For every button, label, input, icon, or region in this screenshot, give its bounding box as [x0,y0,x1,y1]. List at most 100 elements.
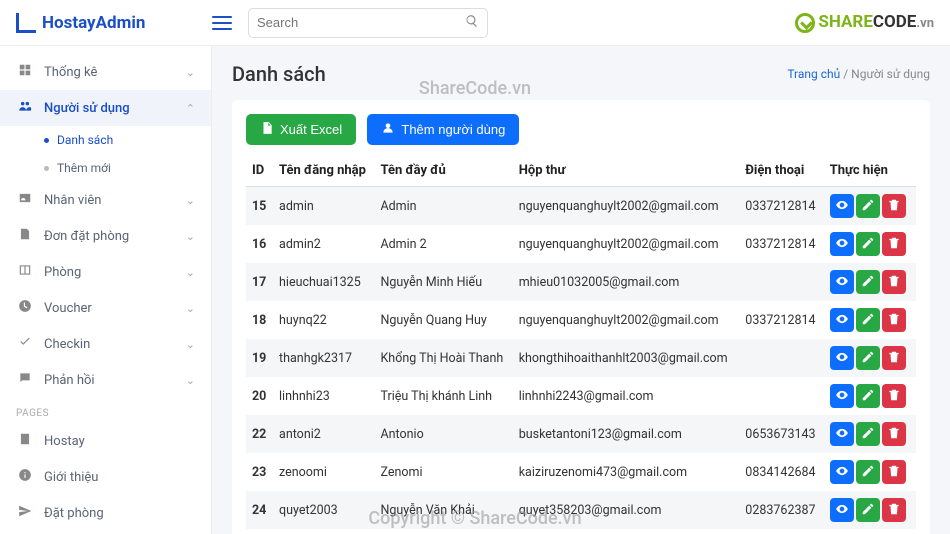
table-row: 18huynq22Nguyễn Quang Huynguyenquanghuyl… [246,301,916,339]
cell-email: nguyenquanghuylt2002@gmail.com [513,225,740,263]
view-button[interactable] [830,346,854,370]
sidebar-item-nhân-viên[interactable]: Nhân viên⌄ [0,182,211,218]
breadcrumb: Trang chủ / Người sử dụng [787,67,930,81]
edit-button[interactable] [856,194,880,218]
eye-icon [835,198,849,215]
delete-button[interactable] [882,346,906,370]
trash-icon [887,274,901,291]
cell-id: 19 [246,339,273,377]
pencil-icon [861,388,875,405]
cell-id: 22 [246,415,273,453]
sharecode-icon [795,13,815,33]
cell-username: hieuchuai1325 [273,263,374,301]
table-row: 24quyet2003Nguyễn Văn Khảiquyet358203@gm… [246,491,916,529]
chat-icon [16,371,34,389]
cell-fullname: Antonio [374,415,512,453]
sidebar-subitem-thêm-mới[interactable]: Thêm mới [0,154,211,182]
sidebar-item-label: Voucher [44,301,92,316]
doc-icon [16,227,34,245]
col-header: Tên đăng nhập [273,155,374,187]
view-button[interactable] [830,270,854,294]
delete-button[interactable] [882,194,906,218]
view-button[interactable] [830,232,854,256]
edit-button[interactable] [856,346,880,370]
check-icon [16,335,34,353]
delete-button[interactable] [882,232,906,256]
cell-id: 18 [246,301,273,339]
menu-toggle[interactable] [212,12,232,34]
sidebar-item-đơn-đặt-phòng[interactable]: Đơn đặt phòng⌄ [0,218,211,254]
sidebar-subitem-danh-sách[interactable]: Danh sách [0,126,211,154]
cell-fullname: Nguyễn Văn Khải [374,491,512,529]
cell-fullname: Nguyễn Minh Hiếu [374,263,512,301]
search-box[interactable] [248,8,488,38]
sidebar-item-thống-kê[interactable]: Thống kê⌄ [0,54,211,90]
sidebar-item-phản-hồi[interactable]: Phản hồi⌄ [0,362,211,398]
view-button[interactable] [830,308,854,332]
delete-button[interactable] [882,308,906,332]
search-icon[interactable] [465,14,479,32]
edit-button[interactable] [856,308,880,332]
edit-button[interactable] [856,270,880,294]
sidebar-item-label: Đặt phòng [44,506,104,521]
cell-actions [824,377,916,415]
table-row: 20linhnhi23Triệu Thị khánh Linhlinhnhi22… [246,377,916,415]
trash-icon [887,426,901,443]
export-excel-button[interactable]: Xuất Excel [246,114,356,145]
edit-button[interactable] [856,232,880,256]
cell-fullname: Nguyễn Quang Huy [374,301,512,339]
sidebar-page-giới-thiệu[interactable]: Giới thiệu [0,459,211,495]
edit-button[interactable] [856,384,880,408]
view-button[interactable] [830,498,854,522]
view-button[interactable] [830,422,854,446]
sidebar-item-phòng[interactable]: Phòng⌄ [0,254,211,290]
delete-button[interactable] [882,498,906,522]
cell-username: admin2 [273,225,374,263]
col-header: ID [246,155,273,187]
page-icon [16,432,34,450]
table-row: 15adminAdminnguyenquanghuylt2002@gmail.c… [246,187,916,226]
chevron-up-icon: ⌃ [186,102,195,115]
edit-button[interactable] [856,498,880,522]
sidebar-item-voucher[interactable]: Voucher⌄ [0,290,211,326]
cell-id: 24 [246,491,273,529]
delete-button[interactable] [882,460,906,484]
delete-button[interactable] [882,384,906,408]
table-row: 19thanhgk2317Khổng Thị Hoài Thanhkhongth… [246,339,916,377]
tag-icon [16,299,34,317]
eye-icon [835,274,849,291]
table-row: 25duongn1704Nguyễn Thùy Dươngduongkha300… [246,529,916,534]
cell-fullname: Triệu Thị khánh Linh [374,377,512,415]
pencil-icon [861,236,875,253]
chevron-down-icon: ⌄ [186,374,195,387]
chevron-down-icon: ⌄ [186,230,195,243]
edit-button[interactable] [856,460,880,484]
delete-button[interactable] [882,270,906,294]
cell-email: nguyenquanghuylt2002@gmail.com [513,187,740,226]
cell-phone: 0337212814 [739,225,823,263]
table-row: 16admin2Admin 2nguyenquanghuylt2002@gmai… [246,225,916,263]
table-row: 23zenoomiZenomikaiziruzenomi473@gmail.co… [246,453,916,491]
users-icon [381,121,395,138]
brand-logo[interactable]: HostayAdmin [16,13,212,33]
sidebar-item-label: Phòng [44,265,81,280]
delete-button[interactable] [882,422,906,446]
sidebar-item-người-sử-dụng[interactable]: Người sử dụng⌃ [0,90,211,126]
view-button[interactable] [830,384,854,408]
cell-username: thanhgk2317 [273,339,374,377]
view-button[interactable] [830,460,854,484]
page-title: Danh sách [232,62,326,86]
search-input[interactable] [257,15,465,30]
view-button[interactable] [830,194,854,218]
eye-icon [835,388,849,405]
sidebar-page-đặt-phòng[interactable]: Đặt phòng [0,495,211,531]
add-user-button[interactable]: Thêm người dùng [367,114,519,145]
sidebar-page-hostay[interactable]: Hostay [0,423,211,459]
cell-id: 25 [246,529,273,534]
breadcrumb-home[interactable]: Trang chủ [787,67,840,81]
sidebar-item-checkin[interactable]: Checkin⌄ [0,326,211,362]
edit-button[interactable] [856,422,880,446]
cell-id: 15 [246,187,273,226]
cell-actions [824,415,916,453]
trash-icon [887,312,901,329]
